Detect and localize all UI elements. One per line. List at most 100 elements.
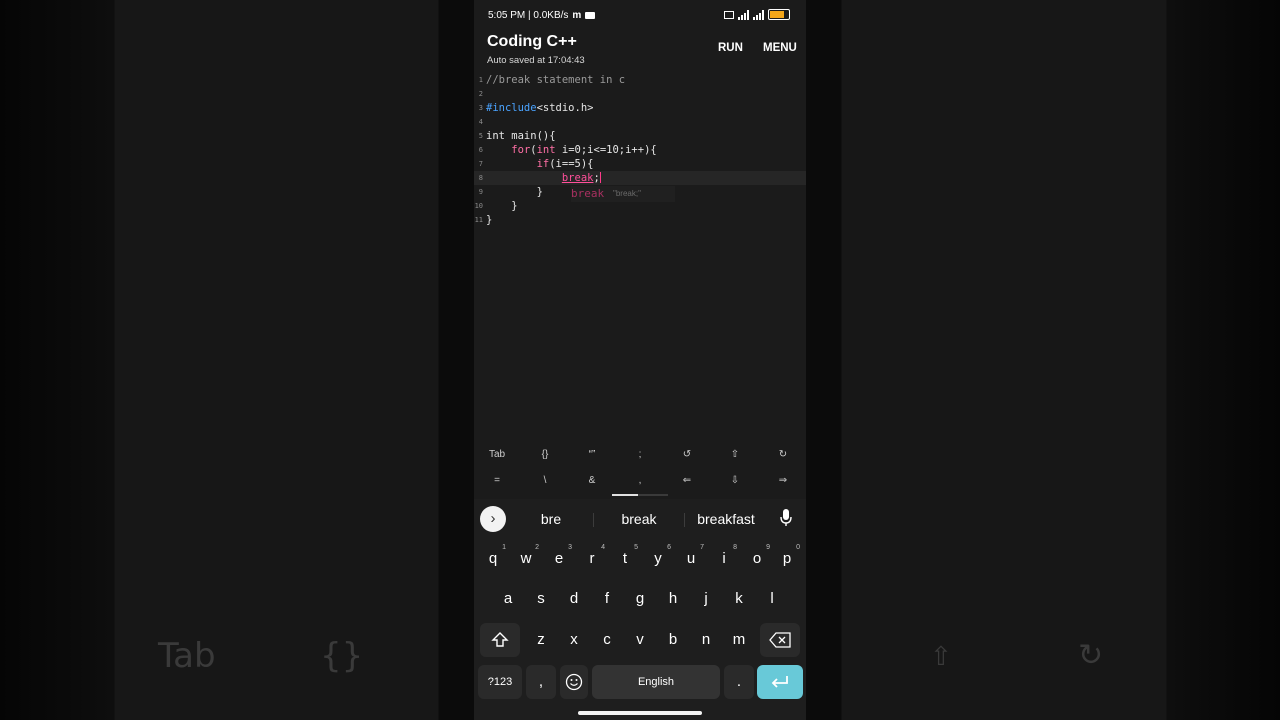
key-label: w bbox=[520, 550, 532, 567]
suggestion-item[interactable]: bre bbox=[526, 511, 576, 527]
background-right-blur bbox=[806, 0, 1280, 720]
backspace-icon[interactable] bbox=[760, 623, 800, 657]
key-w[interactable]: w2 bbox=[511, 542, 541, 576]
period-key[interactable]: . bbox=[724, 665, 754, 699]
symbols-key[interactable]: ?123 bbox=[478, 665, 522, 699]
soft-keyboard: › bre break breakfast q1 w2 e3 r4 t5 y6 … bbox=[474, 499, 806, 720]
battery-icon bbox=[768, 9, 790, 20]
key-r[interactable]: r4 bbox=[577, 542, 607, 576]
autocomplete-word[interactable]: break bbox=[571, 187, 604, 200]
app-title: Coding C++ bbox=[487, 33, 577, 50]
line-number: 3 bbox=[478, 104, 483, 112]
ghost-redo-icon: ↻ bbox=[1078, 638, 1104, 673]
key-u[interactable]: u7 bbox=[676, 542, 706, 576]
braces-key[interactable]: {} bbox=[525, 442, 565, 467]
semicolon-key[interactable]: ; bbox=[620, 442, 660, 467]
signal-icon-2 bbox=[753, 9, 764, 20]
key-label: t bbox=[622, 550, 628, 567]
key-label: e bbox=[554, 550, 564, 567]
key-l[interactable]: l bbox=[757, 582, 787, 616]
key-label: r bbox=[589, 550, 595, 567]
backslash-key[interactable]: \ bbox=[525, 468, 565, 493]
home-indicator[interactable] bbox=[578, 711, 702, 715]
run-button[interactable]: RUN bbox=[718, 42, 743, 54]
space-key[interactable]: English bbox=[592, 665, 720, 699]
code-text: } bbox=[536, 186, 543, 198]
quotes-key[interactable]: “” bbox=[572, 442, 612, 467]
key-k[interactable]: k bbox=[724, 582, 754, 616]
key-m[interactable]: m bbox=[724, 623, 754, 657]
tab-key[interactable]: Tab bbox=[477, 442, 517, 467]
code-text: (i==5){ bbox=[549, 158, 594, 170]
code-editor[interactable]: 1//break statement in c 2 3 #include<stdi… bbox=[474, 72, 806, 442]
line-number: 4 bbox=[478, 118, 483, 126]
key-g[interactable]: g bbox=[625, 582, 655, 616]
key-f[interactable]: f bbox=[592, 582, 622, 616]
key-z[interactable]: z bbox=[526, 623, 556, 657]
line-number: 11 bbox=[474, 216, 483, 224]
key-hint: 7 bbox=[700, 544, 704, 551]
ampersand-key[interactable]: & bbox=[572, 468, 612, 493]
key-j[interactable]: j bbox=[691, 582, 721, 616]
key-i[interactable]: i8 bbox=[709, 542, 739, 576]
code-line: 2 bbox=[474, 87, 806, 101]
key-q[interactable]: q1 bbox=[478, 542, 508, 576]
menu-button[interactable]: MENU bbox=[763, 42, 797, 54]
redo-icon[interactable]: ↻ bbox=[763, 442, 803, 467]
key-label: o bbox=[752, 550, 762, 567]
code-preprocessor: #include bbox=[486, 102, 537, 114]
key-label: u bbox=[686, 550, 696, 567]
equals-key[interactable]: = bbox=[477, 468, 517, 493]
shift-icon[interactable] bbox=[480, 623, 520, 657]
key-hint: 9 bbox=[766, 544, 770, 551]
volte-icon bbox=[724, 10, 734, 19]
suggestion-item[interactable]: break bbox=[608, 511, 670, 527]
key-d[interactable]: d bbox=[559, 582, 589, 616]
code-text: int main(){ bbox=[486, 130, 556, 142]
key-c[interactable]: c bbox=[592, 623, 622, 657]
microphone-icon[interactable] bbox=[780, 509, 792, 530]
key-hint: 6 bbox=[667, 544, 671, 551]
enter-icon[interactable] bbox=[757, 665, 803, 699]
key-a[interactable]: a bbox=[493, 582, 523, 616]
suggestion-divider bbox=[593, 513, 594, 527]
arrow-right-icon[interactable]: ⇒ bbox=[763, 468, 803, 493]
key-hint: 4 bbox=[601, 544, 605, 551]
comma-key-kbd[interactable]: , bbox=[526, 665, 556, 699]
line-number: 5 bbox=[478, 132, 483, 140]
key-v[interactable]: v bbox=[625, 623, 655, 657]
code-text: //break statement in c bbox=[486, 74, 626, 86]
arrow-down-icon[interactable]: ⇩ bbox=[715, 468, 755, 493]
carrier-icon: m bbox=[572, 9, 582, 21]
signal-icon bbox=[738, 9, 749, 20]
key-x[interactable]: x bbox=[559, 623, 589, 657]
key-e[interactable]: e3 bbox=[544, 542, 574, 576]
code-keyword: for bbox=[511, 144, 531, 156]
arrow-left-icon[interactable]: ⇐ bbox=[667, 468, 707, 493]
status-icons bbox=[724, 9, 790, 20]
code-line: 7 if(i==5){ bbox=[474, 157, 806, 171]
key-t[interactable]: t5 bbox=[610, 542, 640, 576]
background-left-blur bbox=[0, 0, 474, 720]
line-number: 10 bbox=[474, 202, 483, 210]
key-hint: 5 bbox=[634, 544, 638, 551]
arrow-up-icon[interactable]: ⇧ bbox=[715, 442, 755, 467]
key-label: q bbox=[488, 550, 498, 567]
key-s[interactable]: s bbox=[526, 582, 556, 616]
key-n[interactable]: n bbox=[691, 623, 721, 657]
key-h[interactable]: h bbox=[658, 582, 688, 616]
undo-icon[interactable]: ↺ bbox=[667, 442, 707, 467]
key-hint: 3 bbox=[568, 544, 572, 551]
emoji-icon[interactable] bbox=[560, 665, 588, 699]
code-line: 3 #include<stdio.h> bbox=[474, 101, 806, 115]
code-keyword: if bbox=[536, 158, 550, 170]
key-y[interactable]: y6 bbox=[643, 542, 673, 576]
key-p[interactable]: p0 bbox=[772, 542, 802, 576]
suggestion-item[interactable]: breakfast bbox=[690, 511, 762, 527]
key-b[interactable]: b bbox=[658, 623, 688, 657]
comma-key[interactable]: , bbox=[620, 468, 660, 493]
key-o[interactable]: o9 bbox=[742, 542, 772, 576]
chevron-right-icon[interactable]: › bbox=[480, 506, 506, 532]
autocomplete-popup[interactable]: break "break;" bbox=[571, 186, 675, 202]
extra-keys-row-1: Tab {} “” ; ↺ ⇧ ↻ bbox=[474, 442, 806, 467]
